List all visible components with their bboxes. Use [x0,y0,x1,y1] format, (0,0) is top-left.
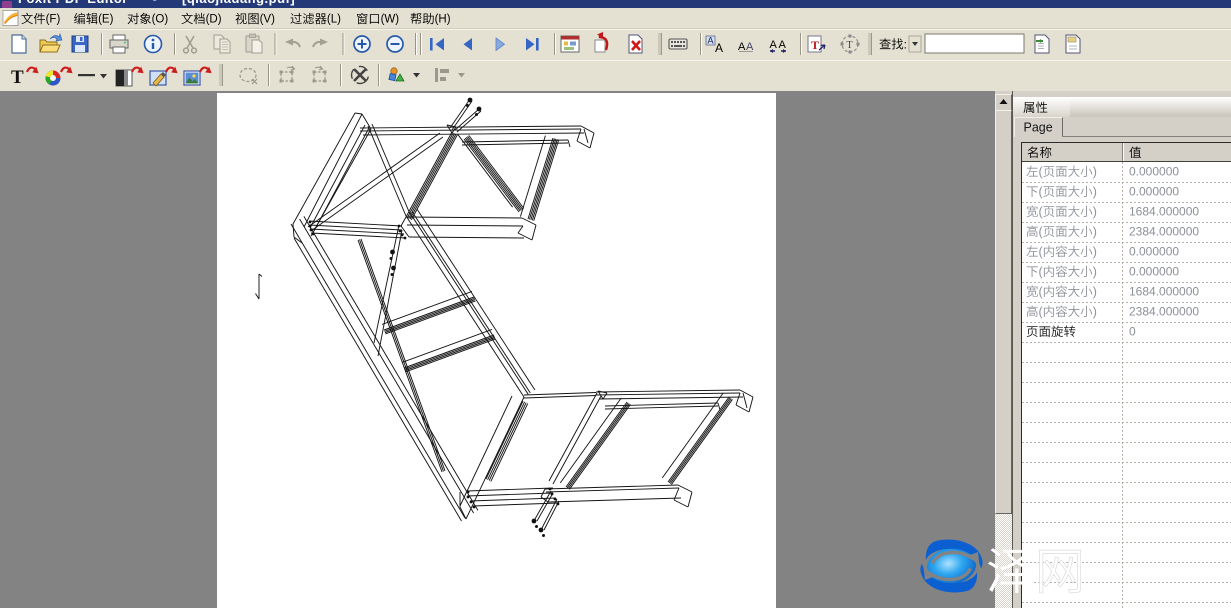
svg-text:): ) [1093,245,1097,259]
svg-text:A: A [708,36,714,46]
svg-text:(: ( [1039,225,1044,239]
svg-text:(: ( [1039,265,1044,279]
svg-text:1684.000000: 1684.000000 [1129,285,1199,299]
svg-text:(D): (D) [206,14,222,26]
svg-text:(F): (F) [46,14,61,26]
svg-text:A: A [779,39,787,51]
svg-text:): ) [1093,265,1097,279]
svg-text:): ) [1093,225,1097,239]
svg-text:0.000000: 0.000000 [1129,165,1179,179]
svg-text:(V): (V) [260,14,276,26]
svg-text:(: ( [1039,205,1044,219]
svg-text:0: 0 [1129,325,1136,339]
svg-text:): ) [1093,165,1097,179]
svg-text:0.000000: 0.000000 [1129,265,1179,279]
svg-text:(W): (W) [381,14,400,26]
svg-text::: : [904,38,907,52]
svg-text:A: A [715,41,723,55]
svg-text:2384.000000: 2384.000000 [1129,305,1199,319]
svg-text:T: T [811,38,819,52]
svg-text:0.000000: 0.000000 [1129,245,1179,259]
svg-text:): ) [1093,205,1097,219]
svg-text:0.000000: 0.000000 [1129,185,1179,199]
svg-text:T: T [847,40,853,51]
svg-text:(: ( [1039,185,1044,199]
svg-text:T: T [11,67,24,88]
svg-text:(: ( [1039,285,1044,299]
svg-text:(: ( [1039,245,1044,259]
svg-text:): ) [1093,185,1097,199]
svg-text:(: ( [1039,165,1044,179]
svg-text:): ) [1093,285,1097,299]
svg-text:(H): (H) [435,14,451,26]
svg-text:A: A [770,39,778,51]
svg-text:1684.000000: 1684.000000 [1129,205,1199,219]
svg-text:(L): (L) [327,14,341,26]
svg-text:(O): (O) [152,14,169,26]
svg-text:(: ( [1039,305,1044,319]
svg-text:(E): (E) [98,14,114,26]
svg-text:2384.000000: 2384.000000 [1129,225,1199,239]
svg-text:): ) [1093,305,1097,319]
svg-text:Page: Page [1024,121,1053,135]
